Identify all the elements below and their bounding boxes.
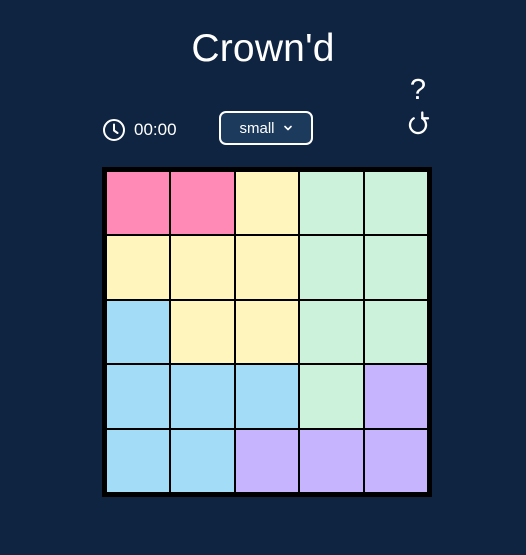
size-select-value: small xyxy=(239,119,275,137)
reset-icon xyxy=(408,111,430,135)
board-cell[interactable] xyxy=(364,300,427,364)
board-cell[interactable] xyxy=(364,236,427,299)
board-cell[interactable] xyxy=(171,365,234,428)
timer: 00:00 xyxy=(102,117,177,143)
board-cell[interactable] xyxy=(300,300,363,364)
board-cell[interactable] xyxy=(300,172,363,235)
game-title: Crown'd xyxy=(191,27,335,70)
game-board xyxy=(102,167,432,497)
board-cell[interactable] xyxy=(235,365,299,428)
board-cell[interactable] xyxy=(171,429,234,492)
board-cell[interactable] xyxy=(107,300,170,364)
board-cell[interactable] xyxy=(300,429,363,492)
board-cell[interactable] xyxy=(300,365,363,428)
board-cell[interactable] xyxy=(235,300,299,364)
board-cell[interactable] xyxy=(364,365,427,428)
board-cell[interactable] xyxy=(171,236,234,299)
board-cell[interactable] xyxy=(235,429,299,492)
board-cell[interactable] xyxy=(364,172,427,235)
board-cell[interactable] xyxy=(235,236,299,299)
chevron-down-icon xyxy=(283,125,292,131)
timer-value: 00:00 xyxy=(134,120,177,139)
board-cell[interactable] xyxy=(171,300,234,364)
clock-icon xyxy=(103,119,125,141)
board-cell[interactable] xyxy=(107,365,170,428)
board-cell[interactable] xyxy=(107,236,170,299)
reset-button[interactable] xyxy=(405,110,431,136)
board-cell[interactable] xyxy=(235,172,299,235)
board-cell[interactable] xyxy=(300,236,363,299)
board-cell[interactable] xyxy=(364,429,427,492)
board-cell[interactable] xyxy=(171,172,234,235)
board-cell[interactable] xyxy=(107,172,170,235)
help-button[interactable]: ? xyxy=(405,74,431,106)
board-cell[interactable] xyxy=(107,429,170,492)
size-select[interactable]: small xyxy=(219,111,313,145)
